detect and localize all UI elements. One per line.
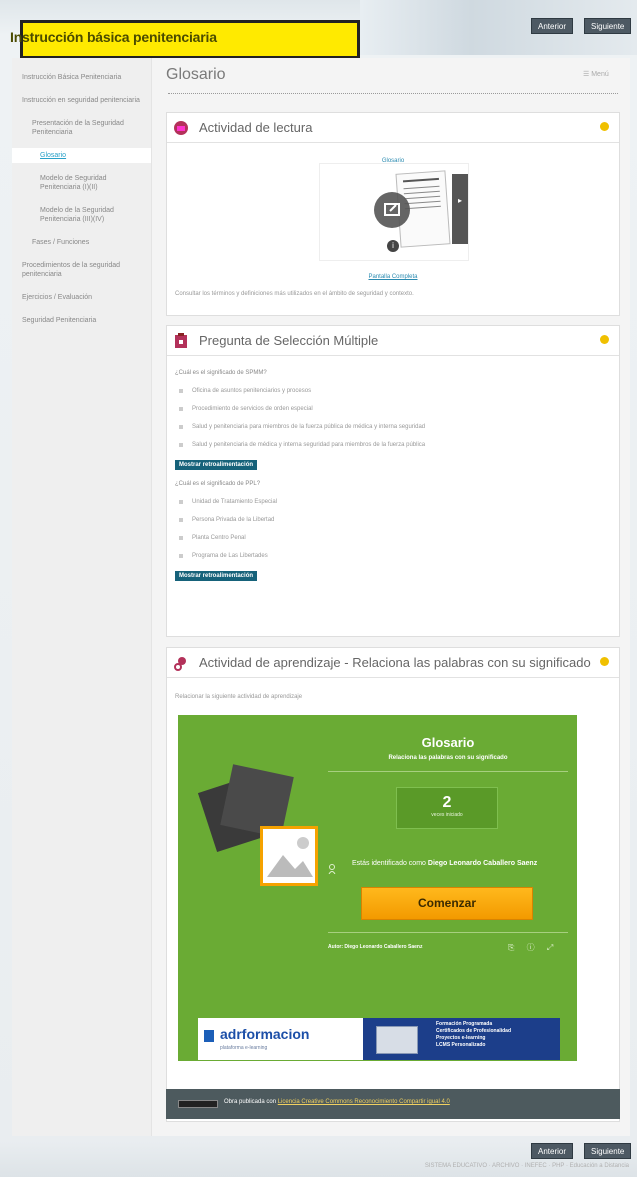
question-label: ¿Cuál es el significado de SPMM?	[175, 370, 267, 376]
banner-list: Formación Programada Certificados de Pro…	[436, 1021, 512, 1048]
banner-brand: adrformacion	[220, 1026, 310, 1042]
multiple-choice-card: Pregunta de Selección Múltiple ¿Cuál es …	[166, 325, 620, 637]
checkbox[interactable]	[179, 536, 183, 540]
checkbox[interactable]	[179, 443, 183, 447]
checkbox[interactable]	[179, 518, 183, 522]
counter-box: 2 veces iniciado	[396, 787, 498, 829]
checkbox[interactable]	[179, 389, 183, 393]
preview-caption[interactable]: Pantalla Completa	[368, 274, 417, 280]
prev-button[interactable]: Anterior	[531, 18, 574, 34]
reading-card: Actividad de lectura Glosario ▸ i Pantal…	[166, 112, 620, 316]
start-button[interactable]: Comenzar	[361, 887, 533, 920]
user-name: Diego Leonardo Caballero Saenz	[427, 860, 538, 867]
reading-description: Consultar los términos y definiciones má…	[175, 291, 414, 297]
expand-icon: ⤢	[546, 943, 554, 952]
feedback-button[interactable]: Mostrar retroalimentación	[175, 571, 258, 581]
question-label: ¿Cuál es el significado de PPL?	[175, 481, 261, 487]
toggle-icon[interactable]	[600, 657, 609, 666]
license-link[interactable]: Licencia Creative Commons Reconocimiento…	[278, 1099, 450, 1105]
sidebar-item[interactable]: Instrucción en seguridad penitenciaria	[12, 93, 151, 108]
toggle-icon[interactable]	[600, 335, 609, 344]
option[interactable]: Programa de Las Libertades	[179, 553, 617, 559]
start-count: 2	[442, 794, 452, 811]
count-caption: veces iniciado	[431, 812, 463, 818]
game-panel[interactable]: Glosario Relaciona las palabras con su s…	[178, 715, 577, 1061]
section-title: Glosario	[166, 66, 226, 83]
option[interactable]: Unidad de Tratamiento Especial	[179, 499, 617, 505]
prev-button-bottom[interactable]: Anterior	[531, 1143, 574, 1159]
document-preview[interactable]: ▸ i	[319, 163, 469, 261]
clipboard-icon	[173, 332, 189, 349]
toggle-icon[interactable]	[600, 122, 609, 131]
next-button[interactable]: Siguiente	[584, 18, 632, 34]
sidebar-item[interactable]: Presentación de la Seguridad Penitenciar…	[12, 116, 151, 140]
feedback-button[interactable]: Mostrar retroalimentación	[175, 460, 258, 470]
sidebar-item[interactable]: Ejercicios / Evaluación	[12, 290, 151, 305]
device-icon	[376, 1026, 418, 1054]
share-icons[interactable]: ⎘ ⓘ ⤢	[508, 942, 553, 953]
footer-text: SISTEMA EDUCATIVO · ARCHIVO · INEFEC · P…	[424, 1163, 629, 1169]
author-label: Autor: Diego Leonardo Caballero Saenz	[328, 944, 423, 950]
identified-text: Estás identificado como Diego Leonardo C…	[352, 860, 538, 867]
sidebar-item[interactable]: Modelo de Seguridad Penitenciaria (I)(II…	[12, 171, 151, 195]
scroll-panel[interactable]: ▸	[452, 174, 468, 244]
learning-intro: Relacionar la siguiente actividad de apr…	[175, 694, 303, 700]
license-text: Obra publicada con Licencia Creative Com…	[224, 1099, 450, 1105]
checkbox[interactable]	[179, 407, 183, 411]
next-button-bottom[interactable]: Siguiente	[584, 1143, 632, 1159]
sidebar: Instrucción Básica Penitenciaria Instrucc…	[12, 58, 152, 1136]
game-title: Glosario	[421, 735, 475, 750]
sidebar-item[interactable]: Glosario	[12, 148, 151, 163]
menu-link[interactable]: ☰ Menú	[583, 70, 609, 78]
cc-badge-icon[interactable]	[178, 1100, 218, 1108]
page-title: Instrucción básica penitenciaria	[10, 29, 217, 45]
game-subtitle: Relaciona las palabras con su significad…	[388, 755, 508, 761]
divider	[168, 93, 618, 94]
sidebar-item[interactable]: Instrucción Básica Penitenciaria	[12, 70, 151, 85]
info-icon[interactable]: i	[387, 240, 399, 252]
checkbox[interactable]	[179, 425, 183, 429]
ad-banner[interactable]: adrformacion plataforma e-learning Forma…	[198, 1018, 560, 1060]
share-icon: ⎘	[508, 943, 515, 952]
option[interactable]: Salud y penitenciaria de médica y intern…	[179, 442, 617, 448]
license-bar: Obra publicada con Licencia Creative Com…	[166, 1089, 620, 1119]
sidebar-item[interactable]: Procedimientos de la seguridad penitenci…	[12, 258, 151, 282]
reading-title: Actividad de lectura	[199, 120, 313, 135]
reading-icon	[173, 120, 189, 136]
option[interactable]: Persona Privada de la Libertad	[179, 517, 617, 523]
fullscreen-icon[interactable]	[374, 192, 410, 228]
info-icon: ⓘ	[526, 943, 535, 952]
sidebar-item[interactable]: Fases / Funciones	[12, 235, 151, 250]
learning-title: Actividad de aprendizaje - Relaciona las…	[199, 655, 591, 670]
puzzle-icon	[173, 655, 189, 671]
user-icon	[328, 861, 336, 875]
mc-title: Pregunta de Selección Múltiple	[199, 333, 379, 348]
game-image-icon	[197, 760, 318, 886]
option[interactable]: Planta Centro Penal	[179, 535, 617, 541]
checkbox[interactable]	[179, 500, 183, 504]
banner-tagline: plataforma e-learning	[220, 1045, 268, 1051]
checkbox[interactable]	[179, 554, 183, 558]
sidebar-item[interactable]: Seguridad Penitenciaria	[12, 313, 151, 328]
option[interactable]: Procedimiento de servicios de orden espe…	[179, 406, 617, 412]
sidebar-item[interactable]: Modelo de la Seguridad Penitenciaria (II…	[12, 203, 151, 227]
brand-logo-icon	[204, 1030, 214, 1042]
option[interactable]: Salud y penitenciaria para miembros de l…	[179, 424, 617, 430]
option[interactable]: Oficina de asuntos penitenciarios y proc…	[179, 388, 617, 394]
